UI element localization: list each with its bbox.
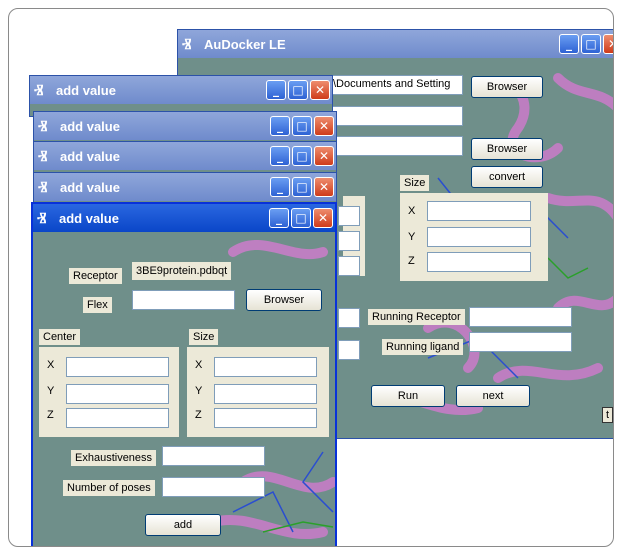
flex-browser-button[interactable]: Browser — [246, 289, 322, 311]
center-label: Center — [39, 329, 81, 345]
app-icon: Ⱐ — [37, 209, 47, 227]
add-value-window-2-title: add value — [60, 119, 120, 134]
center-y-label: Y — [47, 385, 55, 397]
receptor-path-field[interactable]: \Documents and Setting — [328, 75, 463, 95]
size-x-field[interactable] — [214, 357, 317, 377]
size-y-label: Y — [195, 385, 203, 397]
main-center-y-field[interactable] — [338, 231, 360, 251]
center-z-field[interactable] — [66, 408, 169, 428]
receptor-label: Receptor — [69, 268, 122, 284]
running-receptor-label: Running Receptor — [368, 309, 465, 325]
add-value-window-1-titlebar[interactable]: Ⱐ add value _ □ ✕ — [30, 76, 332, 104]
app-icon: Ⱐ — [38, 147, 48, 165]
maximize-button[interactable]: □ — [292, 116, 312, 136]
close-button[interactable]: ✕ — [603, 34, 613, 54]
close-button[interactable]: ✕ — [314, 116, 334, 136]
minimize-button[interactable]: _ — [270, 146, 290, 166]
next-button[interactable]: next — [456, 385, 530, 407]
main-size-y-label: Y — [408, 231, 416, 243]
app-icon: Ⱐ — [34, 81, 44, 99]
close-button[interactable]: ✕ — [313, 208, 333, 228]
center-x-label: X — [47, 359, 55, 371]
main-poses-field[interactable] — [338, 340, 360, 360]
minimize-button[interactable]: _ — [270, 177, 290, 197]
running-receptor-field[interactable] — [469, 307, 572, 327]
minimize-button[interactable]: _ — [266, 80, 286, 100]
add-value-dialog-titlebar[interactable]: Ⱐ add value _ □ ✕ — [33, 204, 335, 232]
add-value-window-2-titlebar[interactable]: Ⱐ add value _ □ ✕ — [34, 112, 336, 140]
screenshot-frame: Ⱐ AuDocker LE _ □ ✕ \Do — [8, 8, 614, 547]
add-value-window-3-titlebar[interactable]: Ⱐ add value _ □ ✕ — [34, 142, 336, 170]
add-value-window-1-title: add value — [56, 83, 116, 98]
main-size-label: Size — [400, 175, 430, 191]
maximize-button[interactable]: □ — [292, 177, 312, 197]
size-z-label: Z — [195, 409, 202, 421]
add-value-dialog: Ⱐ add value _ □ ✕ Receptor 3BE9protein.p… — [31, 202, 337, 546]
main-size-x-field[interactable] — [427, 201, 531, 221]
size-x-label: X — [195, 359, 203, 371]
number-of-poses-field[interactable] — [162, 477, 265, 497]
minimize-button[interactable]: _ — [269, 208, 289, 228]
app-icon: Ⱐ — [38, 178, 48, 196]
receptor-value[interactable]: 3BE9protein.pdbqt — [132, 262, 232, 280]
close-button[interactable]: ✕ — [314, 146, 334, 166]
minimize-button[interactable]: _ — [270, 116, 290, 136]
center-z-label: Z — [47, 409, 54, 421]
center-y-field[interactable] — [66, 384, 169, 404]
exhaustiveness-label: Exhaustiveness — [71, 450, 157, 466]
main-window-titlebar[interactable]: Ⱐ AuDocker LE _ □ ✕ — [178, 30, 613, 58]
main-size-x-label: X — [408, 205, 416, 217]
number-of-poses-label: Number of poses — [63, 480, 155, 496]
size-z-field[interactable] — [214, 408, 317, 428]
flex-field[interactable] — [132, 290, 235, 310]
close-button[interactable]: ✕ — [314, 177, 334, 197]
close-button[interactable]: ✕ — [310, 80, 330, 100]
main-exhaustiveness-field[interactable] — [338, 308, 360, 328]
running-ligand-field[interactable] — [469, 332, 572, 352]
minimize-button[interactable]: _ — [559, 34, 579, 54]
main-browser-button[interactable]: Browser — [471, 76, 543, 98]
main-window-title: AuDocker LE — [204, 37, 286, 52]
main-size-y-field[interactable] — [427, 227, 531, 247]
center-x-field[interactable] — [66, 357, 169, 377]
size-y-field[interactable] — [214, 384, 317, 404]
add-button[interactable]: add — [145, 514, 221, 536]
add-value-dialog-title: add value — [59, 211, 119, 226]
main-size-z-label: Z — [408, 255, 415, 267]
exhaustiveness-field[interactable] — [162, 446, 265, 466]
maximize-button[interactable]: □ — [291, 208, 311, 228]
corner-label: t — [602, 407, 613, 423]
run-button[interactable]: Run — [371, 385, 445, 407]
running-ligand-label: Running ligand — [382, 339, 464, 355]
maximize-button[interactable]: □ — [581, 34, 601, 54]
ligand-path-field[interactable] — [328, 136, 463, 156]
app-icon: Ⱐ — [182, 35, 192, 53]
maximize-button[interactable]: □ — [292, 146, 312, 166]
app-icon: Ⱐ — [38, 117, 48, 135]
add-value-window-4-titlebar[interactable]: Ⱐ add value _ □ ✕ — [34, 173, 336, 201]
main-center-z-field[interactable] — [338, 256, 360, 276]
main-center-x-field[interactable] — [338, 206, 360, 226]
main-browser2-button[interactable]: Browser — [471, 138, 543, 160]
maximize-button[interactable]: □ — [288, 80, 308, 100]
convert-button[interactable]: convert — [471, 166, 543, 188]
main-size-z-field[interactable] — [427, 252, 531, 272]
size-label: Size — [189, 329, 219, 345]
flex-label: Flex — [83, 297, 112, 313]
flex-path-field[interactable] — [328, 106, 463, 126]
add-value-window-3-title: add value — [60, 149, 120, 164]
add-value-window-4-title: add value — [60, 180, 120, 195]
